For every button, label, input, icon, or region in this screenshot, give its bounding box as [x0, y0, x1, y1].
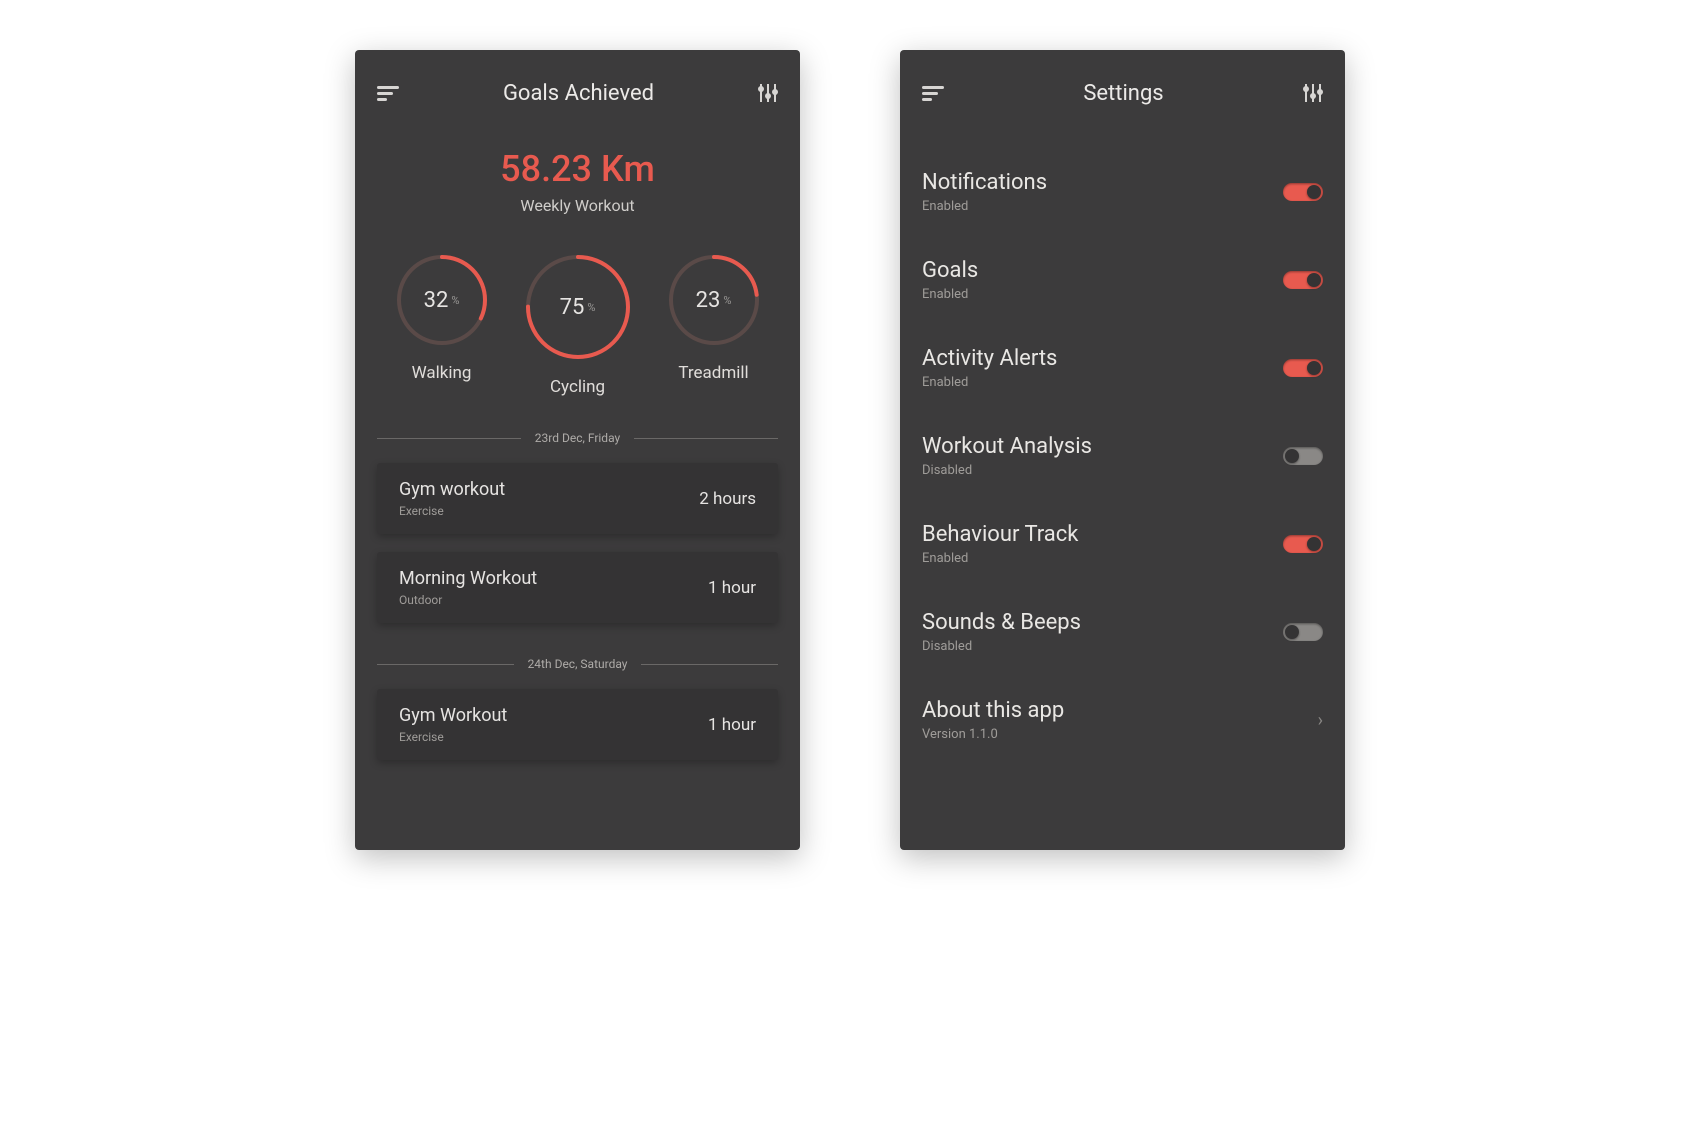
card-title: Gym workout: [399, 479, 505, 500]
setting-text: About this app Version 1.1.0: [922, 698, 1064, 742]
setting-text: Goals Enabled: [922, 258, 978, 302]
header: Settings: [922, 78, 1323, 108]
setting-title: Workout Analysis: [922, 434, 1092, 459]
card-text: Gym Workout Exercise: [399, 705, 507, 744]
setting-text: Workout Analysis Disabled: [922, 434, 1092, 478]
menu-icon[interactable]: [377, 86, 399, 101]
ring-unit: %: [587, 301, 595, 314]
setting-title: Activity Alerts: [922, 346, 1057, 371]
ring-label: Treadmill: [669, 363, 759, 383]
phone-settings: Settings Notifications Enabled Goals Ena…: [900, 50, 1345, 850]
progress-ring: 32 %: [397, 255, 487, 345]
date-label: 24th Dec, Saturday: [528, 657, 628, 671]
setting-text: Behaviour Track Enabled: [922, 522, 1078, 566]
card-duration: 1 hour: [708, 715, 756, 735]
setting-sub: Enabled: [922, 551, 1078, 566]
setting-sub: Enabled: [922, 375, 1057, 390]
page-title: Goals Achieved: [503, 81, 654, 106]
ring-label: Cycling: [526, 377, 630, 397]
setting-sub: Disabled: [922, 639, 1081, 654]
card-text: Gym workout Exercise: [399, 479, 505, 518]
weekly-stat-label: Weekly Workout: [377, 196, 778, 215]
date-divider: 23rd Dec, Friday: [377, 431, 778, 445]
setting-title: Behaviour Track: [922, 522, 1078, 547]
card-title: Morning Workout: [399, 568, 537, 589]
weekly-stat: 58.23 Km Weekly Workout: [377, 148, 778, 215]
progress-ring: 75 %: [526, 255, 630, 359]
setting-text: Sounds & Beeps Disabled: [922, 610, 1081, 654]
workout-card[interactable]: Morning Workout Outdoor 1 hour: [377, 552, 778, 623]
setting-text: Activity Alerts Enabled: [922, 346, 1057, 390]
card-duration: 2 hours: [699, 489, 756, 509]
card-sub: Exercise: [399, 730, 507, 744]
setting-row[interactable]: About this app Version 1.1.0 ›: [922, 676, 1323, 764]
ring-number: 75: [560, 295, 585, 320]
setting-row[interactable]: Activity Alerts Enabled: [922, 324, 1323, 412]
setting-sub: Disabled: [922, 463, 1092, 478]
card-sub: Outdoor: [399, 593, 537, 607]
setting-sub: Enabled: [922, 199, 1047, 214]
date-label: 23rd Dec, Friday: [535, 431, 620, 445]
toggle[interactable]: [1283, 183, 1323, 201]
toggle[interactable]: [1283, 447, 1323, 465]
ring-label: Walking: [397, 363, 487, 383]
setting-title: Notifications: [922, 170, 1047, 195]
setting-row[interactable]: Workout Analysis Disabled: [922, 412, 1323, 500]
page-title: Settings: [1083, 81, 1163, 106]
card-text: Morning Workout Outdoor: [399, 568, 537, 607]
setting-sub: Version 1.1.0: [922, 727, 1064, 742]
progress-ring: 23 %: [669, 255, 759, 345]
sliders-icon[interactable]: [1303, 83, 1323, 103]
setting-row[interactable]: Goals Enabled: [922, 236, 1323, 324]
setting-row[interactable]: Sounds & Beeps Disabled: [922, 588, 1323, 676]
chevron-right-icon: ›: [1318, 710, 1323, 731]
card-duration: 1 hour: [708, 578, 756, 598]
setting-row[interactable]: Notifications Enabled: [922, 148, 1323, 236]
setting-title: Goals: [922, 258, 978, 283]
date-divider: 24th Dec, Saturday: [377, 657, 778, 671]
toggle[interactable]: [1283, 271, 1323, 289]
workout-days: 23rd Dec, Friday Gym workout Exercise 2 …: [377, 431, 778, 760]
setting-sub: Enabled: [922, 287, 978, 302]
activity-rings: 32 % Walking 75 % Cycling 23 %: [377, 255, 778, 397]
toggle[interactable]: [1283, 359, 1323, 377]
sliders-icon[interactable]: [758, 83, 778, 103]
setting-title: About this app: [922, 698, 1064, 723]
activity-ring[interactable]: 32 % Walking: [397, 255, 487, 397]
header: Goals Achieved: [377, 78, 778, 108]
ring-number: 32: [424, 288, 449, 313]
toggle[interactable]: [1283, 535, 1323, 553]
setting-title: Sounds & Beeps: [922, 610, 1081, 635]
workout-card[interactable]: Gym workout Exercise 2 hours: [377, 463, 778, 534]
weekly-stat-value: 58.23 Km: [377, 148, 778, 190]
setting-text: Notifications Enabled: [922, 170, 1047, 214]
activity-ring[interactable]: 75 % Cycling: [526, 255, 630, 397]
ring-value: 32 %: [397, 255, 487, 345]
card-sub: Exercise: [399, 504, 505, 518]
menu-icon[interactable]: [922, 86, 944, 101]
settings-list: Notifications Enabled Goals Enabled Acti…: [922, 148, 1323, 764]
activity-ring[interactable]: 23 % Treadmill: [669, 255, 759, 397]
ring-unit: %: [451, 294, 459, 307]
setting-row[interactable]: Behaviour Track Enabled: [922, 500, 1323, 588]
phone-goals: Goals Achieved 58.23 Km Weekly Workout 3…: [355, 50, 800, 850]
ring-value: 23 %: [669, 255, 759, 345]
workout-card[interactable]: Gym Workout Exercise 1 hour: [377, 689, 778, 760]
ring-number: 23: [696, 288, 721, 313]
ring-value: 75 %: [526, 255, 630, 359]
ring-unit: %: [723, 294, 731, 307]
toggle[interactable]: [1283, 623, 1323, 641]
card-title: Gym Workout: [399, 705, 507, 726]
